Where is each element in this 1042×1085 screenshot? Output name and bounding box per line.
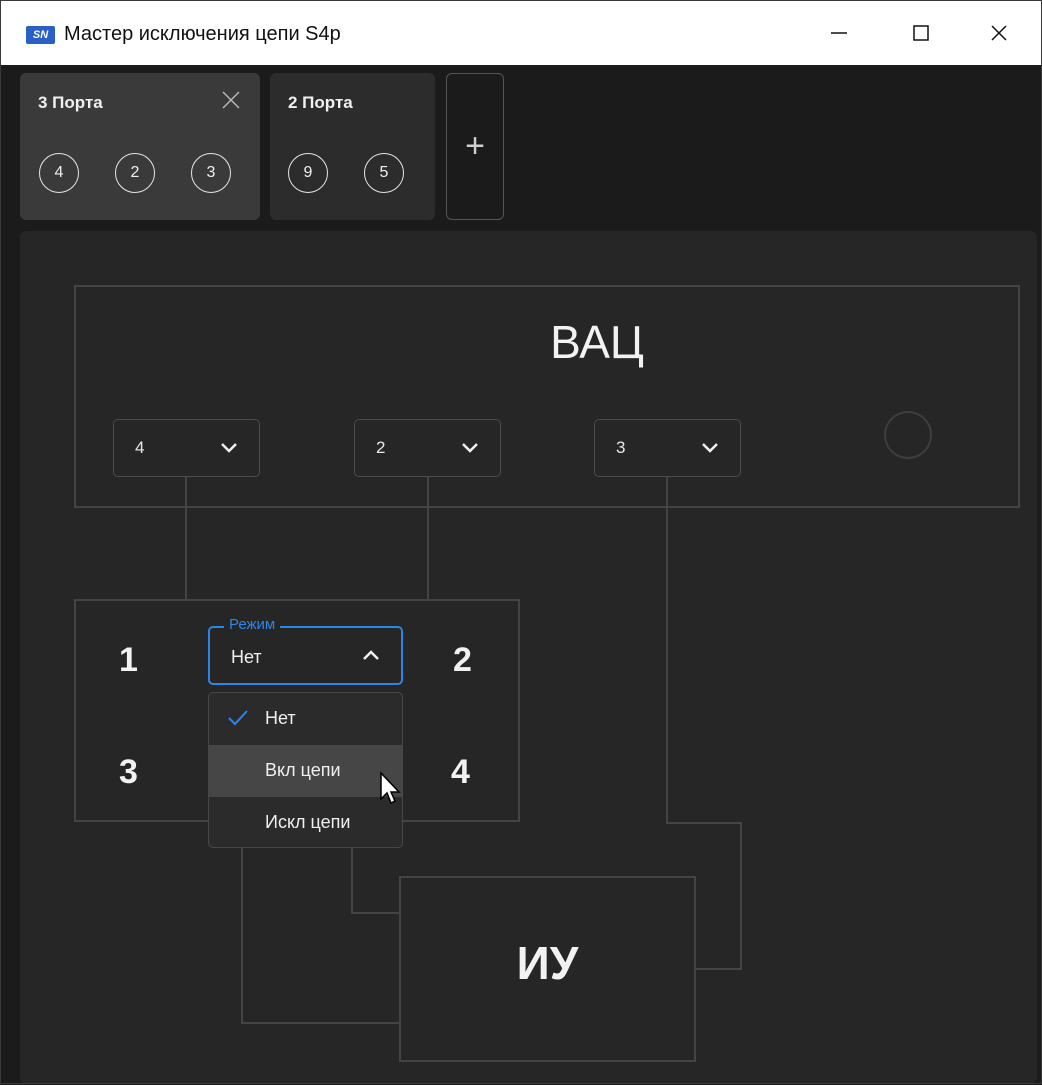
select-value: 3 bbox=[616, 438, 626, 457]
menu-item-deembed[interactable]: Искл цепи bbox=[209, 797, 402, 849]
vna-title: ВАЦ bbox=[550, 316, 644, 368]
app-window: SN Мастер исключения цепи S4p 3 Порта 4 … bbox=[0, 0, 1042, 1084]
fixture-port-label: 4 bbox=[451, 753, 470, 791]
mouse-cursor-icon bbox=[380, 771, 401, 805]
chevron-down-icon bbox=[221, 443, 237, 453]
fixture-port-label: 1 bbox=[119, 641, 138, 679]
menu-item-label: Нет bbox=[265, 708, 296, 728]
chevron-up-icon bbox=[363, 650, 379, 660]
dut-title: ИУ bbox=[516, 937, 579, 989]
fixture-port-label: 2 bbox=[453, 641, 472, 679]
vna-port-select-1[interactable]: 4 bbox=[113, 419, 260, 477]
mode-dropdown-menu: Нет Вкл цепи Искл цепи bbox=[208, 692, 403, 848]
check-icon bbox=[228, 710, 248, 726]
menu-item-label: Вкл цепи bbox=[265, 760, 341, 780]
select-value: 4 bbox=[135, 438, 145, 457]
port-indicator bbox=[884, 411, 932, 459]
dut-block: ИУ bbox=[399, 876, 696, 1062]
menu-item-label: Искл цепи bbox=[265, 812, 351, 832]
select-value: Нет bbox=[231, 647, 262, 667]
menu-item-embed[interactable]: Вкл цепи bbox=[209, 745, 402, 797]
mode-label: Режим bbox=[224, 616, 281, 633]
chevron-down-icon bbox=[702, 443, 718, 453]
mode-select[interactable]: Режим Нет bbox=[208, 616, 403, 685]
menu-item-none[interactable]: Нет bbox=[209, 693, 402, 745]
chevron-down-icon bbox=[462, 443, 478, 453]
vna-port-select-2[interactable]: 2 bbox=[354, 419, 501, 477]
select-value: 2 bbox=[376, 438, 386, 457]
fixture-port-label: 3 bbox=[119, 753, 138, 791]
vna-port-select-3[interactable]: 3 bbox=[594, 419, 741, 477]
connection-line bbox=[241, 823, 399, 1024]
